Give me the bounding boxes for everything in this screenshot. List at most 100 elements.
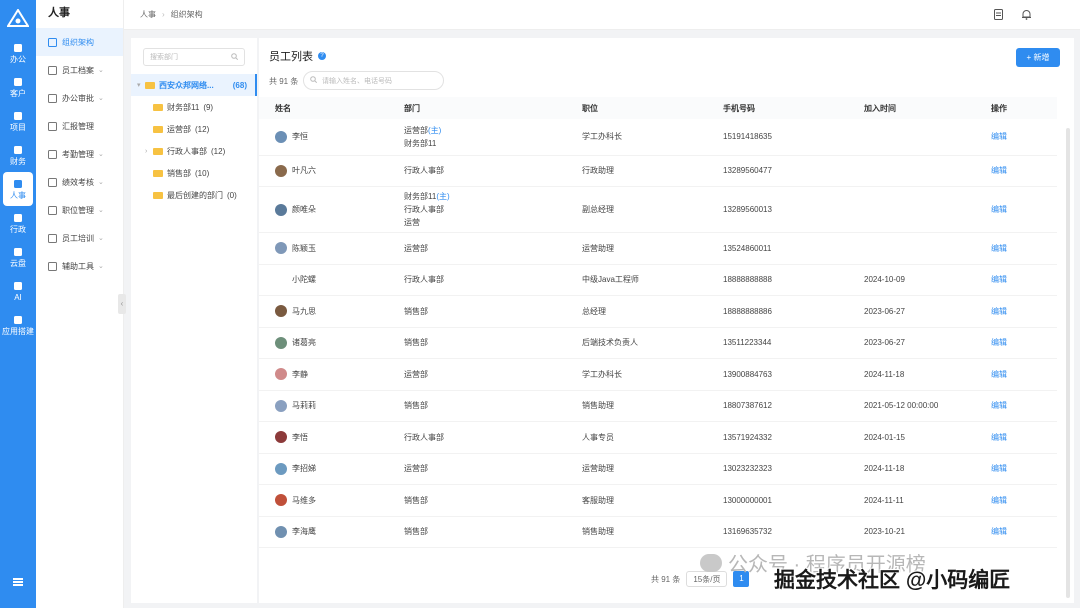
table-row[interactable]: 马九思 销售部 总经理 18888888886 2023-06-27 编辑 xyxy=(259,296,1057,327)
table-row[interactable]: 马莉莉 销售部 销售助理 18807387612 2021-05-12 00:00:00… xyxy=(259,390,1057,422)
employee-search-input[interactable]: 请输入姓名、电话号码 xyxy=(303,71,444,90)
document-icon[interactable] xyxy=(994,9,1003,22)
primary-department-tag: (主) xyxy=(436,192,450,201)
edit-link[interactable]: 编辑 xyxy=(991,244,1007,253)
join-date-cell: 2024-10-09 xyxy=(864,275,905,285)
department-cell: 销售部 xyxy=(388,485,566,517)
name-cell: 马维多 xyxy=(259,485,388,517)
tree-root-node[interactable]: ▾ 西安众邦网络... (68) xyxy=(131,74,257,96)
employee-name-text: 马九思 xyxy=(292,306,316,316)
table-row[interactable]: 李恒 运营部(主) 财务部11 学工办科长 15191418635 编辑 xyxy=(259,119,1057,155)
caret-right-icon[interactable]: › xyxy=(145,148,153,155)
table-row[interactable]: 陈颖玉 运营部 运营助理 13524860011 编辑 xyxy=(259,233,1057,264)
name-cell: 诸葛亮 xyxy=(259,327,388,359)
tree-node[interactable]: 运营部 (12) xyxy=(131,118,257,140)
table-scrollbar[interactable] xyxy=(1066,128,1070,598)
join-date-cell xyxy=(848,119,975,155)
pagination-total: 共 91 条 xyxy=(651,574,681,584)
rail-item[interactable]: 办公 xyxy=(0,36,36,70)
department-name: 销售部 xyxy=(404,401,428,411)
sidebar-item[interactable]: 汇报管理 xyxy=(36,112,123,140)
menu-icon[interactable] xyxy=(0,578,36,588)
sidebar-item-label: 考勤管理 xyxy=(62,149,94,159)
table-row[interactable]: 小陀螺 行政人事部 中级Java工程师 18888888888 2024-10-09 编辑 xyxy=(259,264,1057,296)
department-line: 运营部 xyxy=(404,462,566,475)
department-name: 销售部 xyxy=(404,495,428,505)
rail-item[interactable]: 客户 xyxy=(0,70,36,104)
sidebar-item[interactable]: 辅助工具 ⌄ xyxy=(36,252,123,280)
page-title: 员工列表 ? xyxy=(269,48,326,64)
ai-icon xyxy=(13,281,23,291)
sidebar-item[interactable]: 职位管理 ⌄ xyxy=(36,196,123,224)
tree-node-count: (68) xyxy=(232,80,247,90)
sidebar-item[interactable]: 员工培训 ⌄ xyxy=(36,224,123,252)
department-cell: 销售部 xyxy=(388,516,566,548)
sidebar-title: 人事 xyxy=(48,7,70,19)
rail-item[interactable]: 人事 xyxy=(3,172,33,206)
sidebar-item[interactable]: 员工档案 ⌄ xyxy=(36,56,123,84)
table-row[interactable]: 马维多 销售部 客服助理 13000000001 2024-11-11 编辑 xyxy=(259,485,1057,517)
department-search-input[interactable]: 搜索部门 xyxy=(143,48,245,66)
edit-link[interactable]: 编辑 xyxy=(991,527,1007,536)
table-row[interactable]: 李悟 行政人事部 人事专员 13571924332 2024-01-15 编辑 xyxy=(259,422,1057,454)
cloud-disk-icon xyxy=(13,247,23,257)
sidebar-item[interactable]: 办公审批 ⌄ xyxy=(36,84,123,112)
table-row[interactable]: 李静 运营部 学工办科长 13900884763 2024-11-18 编辑 xyxy=(259,359,1057,390)
join-date-cell xyxy=(848,155,975,187)
rail-item[interactable]: 云盘 xyxy=(0,240,36,274)
actions-cell: 编辑 xyxy=(975,327,1057,359)
table-row[interactable]: 李招娣 运营部 运营助理 13023232323 2024-11-18 编辑 xyxy=(259,453,1057,485)
rail-item[interactable]: 应用搭建 xyxy=(0,308,36,342)
table-row[interactable]: 颜唯朵 财务部11(主) 行政人事部 运营 副总经理 13289560013 编辑 xyxy=(259,187,1057,233)
tree-node[interactable]: 最后创建的部门 (0) xyxy=(131,184,257,206)
edit-link[interactable]: 编辑 xyxy=(991,433,1007,442)
edit-link[interactable]: 编辑 xyxy=(991,275,1007,284)
department-name: 运营部 xyxy=(404,125,428,135)
avatar xyxy=(275,164,287,177)
bell-icon[interactable] xyxy=(1021,9,1032,22)
edit-link[interactable]: 编辑 xyxy=(991,370,1007,379)
edit-link[interactable]: 编辑 xyxy=(991,307,1007,316)
hr-icon xyxy=(13,179,23,189)
edit-link[interactable]: 编辑 xyxy=(991,338,1007,347)
avatar xyxy=(275,130,287,143)
rail-item[interactable]: 财务 xyxy=(0,138,36,172)
actions-cell: 编辑 xyxy=(975,422,1057,454)
edit-link[interactable]: 编辑 xyxy=(991,132,1007,141)
table-row[interactable]: 叶凡六 行政人事部 行政助理 13289560477 编辑 xyxy=(259,155,1057,187)
rail-item[interactable]: AI xyxy=(0,274,36,308)
edit-link[interactable]: 编辑 xyxy=(991,166,1007,175)
table-row[interactable]: 李海鹰 销售部 销售助理 13169635732 2023-10-21 编辑 xyxy=(259,516,1057,548)
edit-link[interactable]: 编辑 xyxy=(991,401,1007,410)
position-cell: 销售助理 xyxy=(582,401,614,411)
rail-item[interactable]: 项目 xyxy=(0,104,36,138)
department-name: 运营部 xyxy=(404,243,428,253)
rail-item-label: 行政 xyxy=(10,224,26,234)
collapse-sidebar-handle[interactable]: ‹ xyxy=(118,294,126,314)
app-logo xyxy=(0,0,36,36)
employee-list-panel: 员工列表 ? + 新增 共 91 条 请输入姓名、电话号码 姓名 部门 职位 手… xyxy=(259,38,1074,603)
search-icon xyxy=(231,52,239,62)
add-employee-button[interactable]: + 新增 xyxy=(1016,48,1060,67)
tree-node[interactable]: 财务部11 (9) xyxy=(131,96,257,118)
position-cell: 客服助理 xyxy=(582,495,614,505)
caret-down-icon[interactable]: ▾ xyxy=(137,81,145,89)
join-date-cell: 2023-06-27 xyxy=(864,338,905,348)
department-line: 行政人事部 xyxy=(404,273,566,286)
help-icon[interactable]: ? xyxy=(318,52,326,60)
rail-item[interactable]: 行政 xyxy=(0,206,36,240)
tree-node[interactable]: 销售部 (10) xyxy=(131,162,257,184)
chevron-down-icon: ⌄ xyxy=(98,151,104,158)
tree-node[interactable]: › 行政人事部 (12) xyxy=(131,140,257,162)
edit-link[interactable]: 编辑 xyxy=(991,205,1007,214)
phone-cell: 13571924332 xyxy=(723,432,772,442)
sidebar-item[interactable]: 考勤管理 ⌄ xyxy=(36,140,123,168)
edit-link[interactable]: 编辑 xyxy=(991,496,1007,505)
table-row[interactable]: 诸葛亮 销售部 后端技术负责人 13511223344 2023-06-27 编辑 xyxy=(259,327,1057,359)
sidebar-item[interactable]: 绩效考核 ⌄ xyxy=(36,168,123,196)
edit-link[interactable]: 编辑 xyxy=(991,464,1007,473)
department-cell: 财务部11(主) 行政人事部 运营 xyxy=(388,187,566,233)
breadcrumb-item[interactable]: 人事 xyxy=(140,10,156,19)
department-line: 销售部 xyxy=(404,336,566,349)
sidebar-item[interactable]: 组织架构 xyxy=(36,28,123,56)
